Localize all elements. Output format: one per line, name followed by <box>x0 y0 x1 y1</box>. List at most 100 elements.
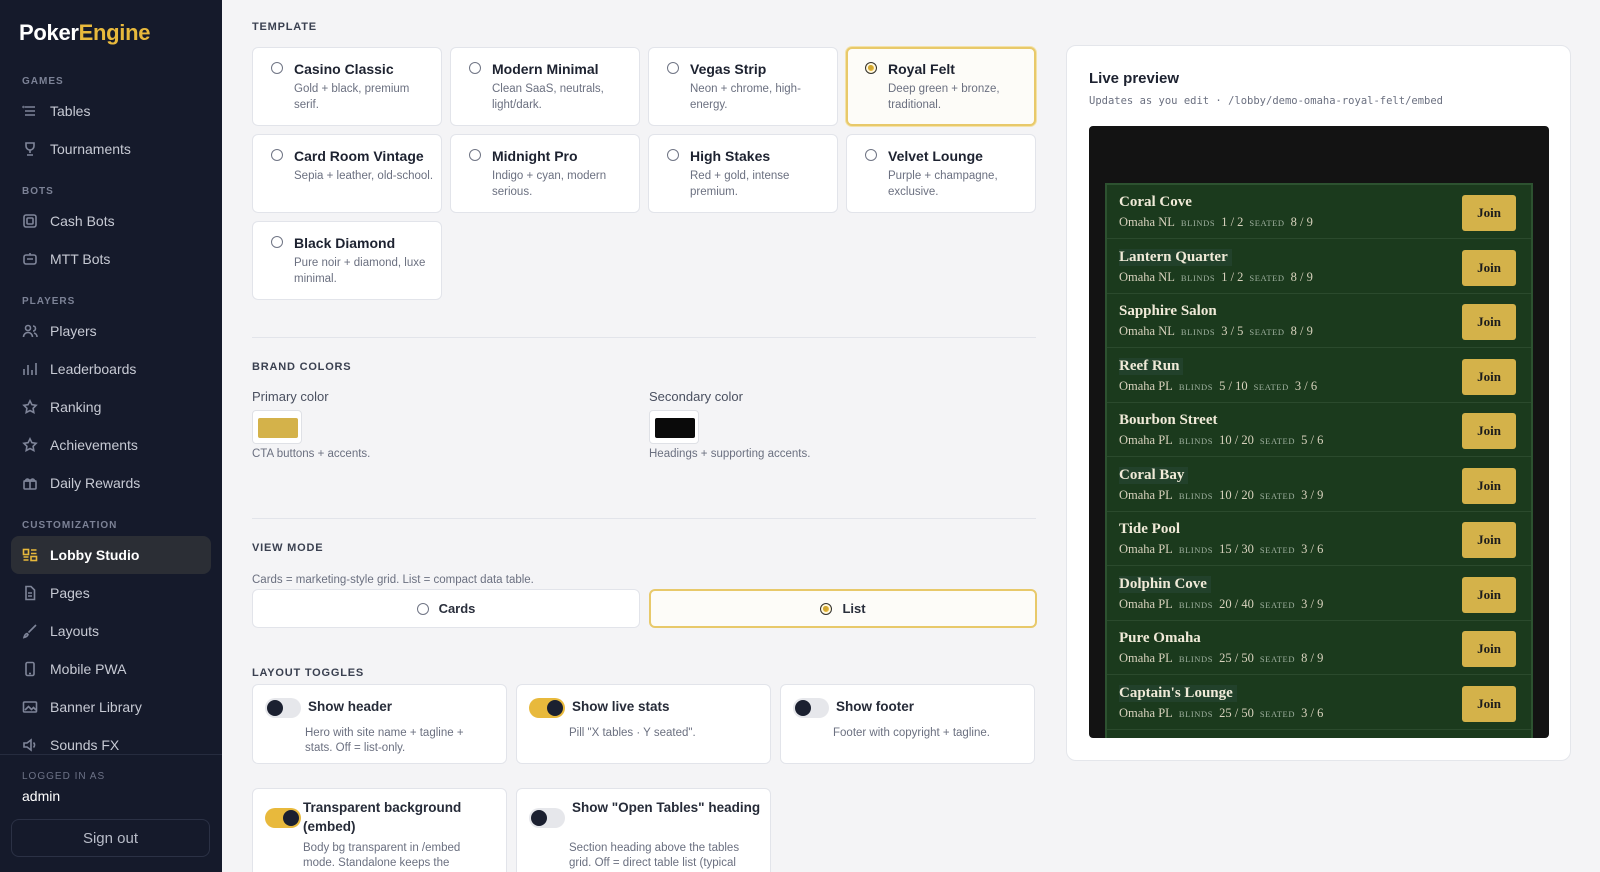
sidebar-item-label: MTT Bots <box>50 251 111 267</box>
join-button[interactable]: Join <box>1462 576 1516 613</box>
preview-table-seated: 8 / 9 <box>1301 651 1324 665</box>
join-button[interactable]: Join <box>1462 685 1516 722</box>
brand-logo-part1: Poker <box>19 20 79 45</box>
template-radio[interactable] <box>469 149 481 161</box>
primary-color-picker[interactable] <box>252 410 302 444</box>
template-name: Black Diamond <box>294 235 396 251</box>
template-name: Royal Felt <box>888 61 955 77</box>
template-option-vegas-strip[interactable]: Vegas Strip Neon + chrome, high-energy. <box>648 47 838 126</box>
toggle-switch-show-header[interactable] <box>265 698 301 718</box>
join-button[interactable]: Join <box>1462 631 1516 667</box>
template-option-velvet-lounge[interactable]: Velvet Lounge Purple + champagne, exclus… <box>846 134 1036 213</box>
template-radio[interactable] <box>271 62 283 74</box>
toggle-switch-transparent-background-embed[interactable] <box>265 808 301 828</box>
template-description: Indigo + cyan, modern serious. <box>492 170 607 198</box>
view-mode-list-option[interactable]: List <box>649 589 1037 628</box>
sidebar-item-label: Daily Rewards <box>50 475 141 491</box>
sign-out-button[interactable]: Sign out <box>11 819 210 857</box>
preview-table-game: Omaha PL <box>1119 487 1173 502</box>
preview-table-game: Omaha PL <box>1119 705 1173 720</box>
sidebar-item-label: Tables <box>50 103 91 119</box>
primary-color-swatch <box>258 418 298 438</box>
brand-logo[interactable]: PokerEngine <box>19 20 151 46</box>
join-button[interactable]: Join <box>1462 195 1516 231</box>
sidebar-item-mtt-bots[interactable]: MTT Bots <box>0 240 211 278</box>
view-mode-cards-option[interactable]: Cards <box>252 589 640 628</box>
template-option-casino-classic[interactable]: Casino Classic Gold + black, premium ser… <box>252 47 442 126</box>
toggle-card-show-header: Show header Hero with site name + taglin… <box>252 684 507 764</box>
template-name: Modern Minimal <box>492 61 599 77</box>
template-name: Velvet Lounge <box>888 148 983 164</box>
users-icon <box>22 323 38 339</box>
sidebar-item-cash-bots[interactable]: Cash Bots <box>0 202 211 240</box>
join-button[interactable]: Join <box>1462 249 1516 286</box>
toggle-switch-show-footer[interactable] <box>793 698 829 718</box>
preview-table-blinds: 1 / 2 <box>1221 215 1244 229</box>
sidebar-item-layouts[interactable]: Layouts <box>0 612 211 650</box>
preview-table-meta: Omaha NL Blinds 3 / 5 Seated 8 / 9 <box>1119 324 1313 339</box>
layout-icon <box>22 547 38 563</box>
template-radio[interactable] <box>865 149 877 161</box>
sidebar-item-daily-rewards[interactable]: Daily Rewards <box>0 464 211 502</box>
file-icon <box>22 585 38 601</box>
toggle-switch-show-live-stats[interactable] <box>529 698 565 718</box>
preview-table-blinds: 25 / 50 <box>1219 705 1254 720</box>
toggle-switch-show-open-tables-heading[interactable] <box>529 808 565 828</box>
template-radio[interactable] <box>667 149 679 161</box>
sidebar-item-sounds-fx[interactable]: Sounds FX <box>0 726 211 752</box>
preview-table-game: Omaha NL <box>1119 215 1175 229</box>
template-radio[interactable] <box>271 149 283 161</box>
sidebar-item-players[interactable]: Players <box>0 312 211 350</box>
primary-color-help: CTA buttons + accents. <box>252 448 371 460</box>
blinds-label: Blinds <box>1178 545 1214 555</box>
template-option-midnight-pro[interactable]: Midnight Pro Indigo + cyan, modern serio… <box>450 134 640 213</box>
toggle-title: Show footer <box>836 699 914 714</box>
template-option-card-room-vintage[interactable]: Card Room Vintage Sepia + leather, old-s… <box>252 134 442 213</box>
sidebar-item-achievements[interactable]: Achievements <box>0 426 211 464</box>
join-button[interactable]: Join <box>1462 467 1516 504</box>
view-mode-help: Cards = marketing-style grid. List = com… <box>252 574 534 586</box>
template-option-modern-minimal[interactable]: Modern Minimal Clean SaaS, neutrals, lig… <box>450 47 640 126</box>
sidebar-item-tournaments[interactable]: Tournaments <box>0 130 211 168</box>
logged-in-user: admin <box>22 788 61 804</box>
join-button[interactable]: Join <box>1462 522 1516 558</box>
phone-icon <box>22 661 38 677</box>
preview-table-name: Tide Pool <box>1119 521 1180 537</box>
template-radio[interactable] <box>271 236 283 248</box>
list-icon <box>22 103 38 119</box>
sidebar-item-pages[interactable]: Pages <box>0 574 211 612</box>
preview-table-meta: Omaha PL Blinds 10 / 20 Seated 5 / 6 <box>1119 433 1323 448</box>
preview-table-meta: Omaha PL Blinds 25 / 50 Seated 8 / 9 <box>1119 651 1323 666</box>
template-radio[interactable] <box>865 62 877 74</box>
seated-label: Seated <box>1249 327 1285 337</box>
nav-section-label: Games <box>22 76 64 87</box>
live-preview-frame: Coral Cove Omaha NL Blinds 1 / 2 Seated 8 / … <box>1089 126 1549 738</box>
secondary-color-picker[interactable] <box>649 410 699 444</box>
blinds-label: Blinds <box>1180 272 1216 283</box>
template-radio[interactable] <box>667 62 679 74</box>
template-option-royal-felt[interactable]: Royal Felt Deep green + bronze, traditio… <box>846 47 1036 126</box>
sidebar-item-tables[interactable]: Tables <box>0 92 211 130</box>
join-button[interactable]: Join <box>1462 358 1516 395</box>
sidebar-item-ranking[interactable]: Ranking <box>0 388 211 426</box>
sidebar-item-banner-library[interactable]: Banner Library <box>0 688 211 726</box>
view-mode-title: View mode <box>252 542 324 554</box>
preview-table-blinds: 10 / 20 <box>1219 487 1254 502</box>
template-name: Casino Classic <box>294 61 394 77</box>
preview-table-row: Dolphin Cove Omaha PL Blinds 20 / 40 Seated… <box>1107 567 1531 621</box>
preview-table-row: Lantern Quarter Omaha NL Blinds 1 / 2 Seate… <box>1107 240 1531 294</box>
template-description: Neon + chrome, high-energy. <box>690 83 801 111</box>
template-option-high-stakes[interactable]: High Stakes Red + gold, intense premium. <box>648 134 838 213</box>
template-name: High Stakes <box>690 148 771 164</box>
sidebar: PokerEngine Games Tables Tournaments Bot… <box>0 0 222 872</box>
join-button[interactable]: Join <box>1462 304 1516 340</box>
join-button[interactable]: Join <box>1462 413 1516 449</box>
sidebar-item-mobile-pwa[interactable]: Mobile PWA <box>0 650 211 688</box>
seated-label: Seated <box>1259 599 1296 610</box>
template-option-black-diamond[interactable]: Black Diamond Pure noir + diamond, luxe … <box>252 221 442 300</box>
template-description: Sepia + leather, old-school. <box>294 170 434 182</box>
template-radio[interactable] <box>469 62 481 74</box>
toggle-knob <box>795 700 811 716</box>
sidebar-item-leaderboards[interactable]: Leaderboards <box>0 350 211 388</box>
sidebar-item-lobby-studio[interactable]: Lobby Studio <box>11 536 211 574</box>
